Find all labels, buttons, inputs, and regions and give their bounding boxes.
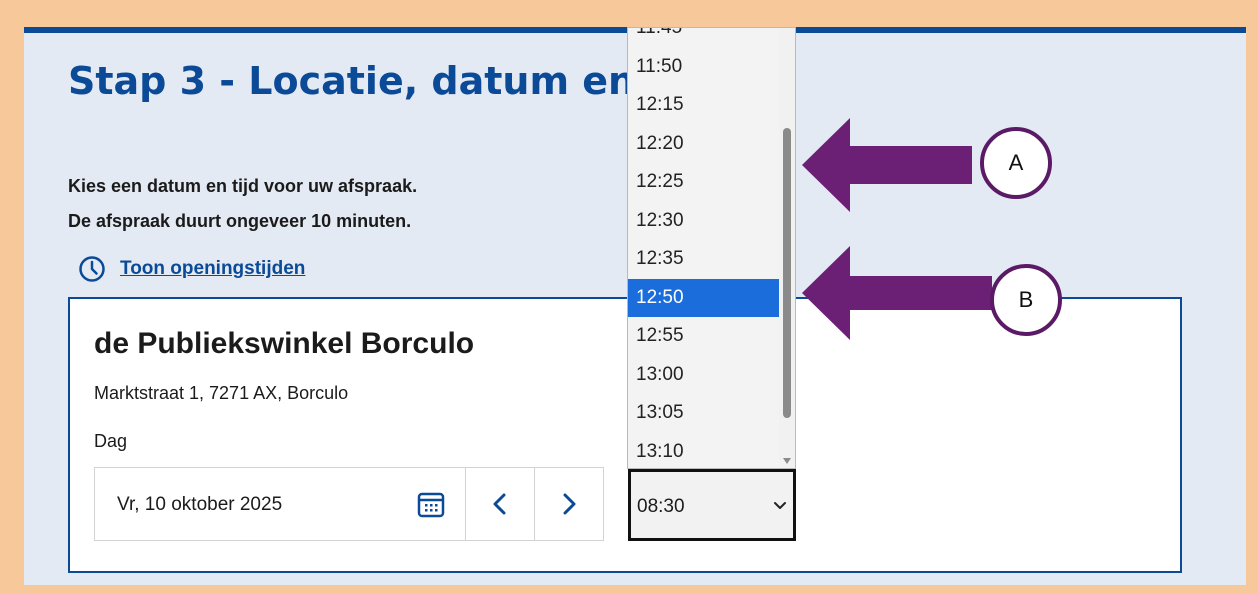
time-option-selected[interactable]: 12:50: [628, 278, 779, 317]
time-option[interactable]: 13:10: [628, 433, 779, 469]
opening-hours-link[interactable]: Toon openingstijden: [120, 258, 305, 280]
date-input[interactable]: Vr, 10 oktober 2025: [94, 467, 466, 541]
time-option[interactable]: 11:45: [628, 28, 779, 48]
time-select[interactable]: 08:30: [628, 469, 796, 541]
intro-text: Kies een datum en tijd voor uw afspraak.…: [68, 169, 417, 239]
time-option[interactable]: 12:25: [628, 163, 779, 202]
annotation-label-a: A: [980, 127, 1052, 199]
time-options: 11:45 11:50 12:15 12:20 12:25 12:30 12:3…: [628, 28, 779, 469]
scroll-down-icon[interactable]: [782, 457, 792, 465]
clock-icon: [79, 256, 105, 282]
opening-hours-toggle[interactable]: Toon openingstijden: [78, 255, 305, 283]
time-option[interactable]: 12:15: [628, 86, 779, 125]
annotation-arrow-a: [802, 118, 972, 212]
date-value: Vr, 10 oktober 2025: [117, 494, 283, 515]
previous-day-button[interactable]: [465, 467, 535, 541]
location-address: Marktstraat 1, 7271 AX, Borculo: [94, 383, 349, 403]
time-option[interactable]: 11:50: [628, 48, 779, 87]
intro-line-1: Kies een datum en tijd voor uw afspraak.: [68, 176, 418, 196]
scrollbar-thumb[interactable]: [783, 128, 791, 418]
chevron-down-icon: [774, 502, 786, 509]
time-dropdown-list[interactable]: 11:45 11:50 12:15 12:20 12:25 12:30 12:3…: [627, 27, 796, 469]
chevron-left-icon: [493, 493, 506, 515]
next-day-button[interactable]: [534, 467, 604, 541]
time-option[interactable]: 13:00: [628, 356, 779, 395]
annotation-arrow-b: [802, 246, 992, 340]
annotation-label-b: B: [990, 264, 1062, 336]
intro-line-2: De afspraak duurt ongeveer 10 minuten.: [68, 211, 412, 231]
location-name: de Publiekswinkel Borculo: [94, 327, 475, 360]
location-card: de Publiekswinkel Borculo Marktstraat 1,…: [68, 297, 1182, 573]
day-label: Dag: [94, 431, 128, 451]
time-option[interactable]: 12:55: [628, 317, 779, 356]
dropdown-scrollbar[interactable]: [779, 28, 795, 468]
time-option[interactable]: 13:05: [628, 394, 779, 433]
calendar-icon[interactable]: [417, 490, 445, 518]
time-select-value: 08:30: [637, 496, 685, 517]
time-option[interactable]: 12:20: [628, 125, 779, 164]
page-title: Stap 3 - Locatie, datum en tijd: [68, 59, 720, 103]
chevron-right-icon: [563, 493, 576, 515]
time-option[interactable]: 12:35: [628, 240, 779, 279]
time-option[interactable]: 12:30: [628, 202, 779, 241]
